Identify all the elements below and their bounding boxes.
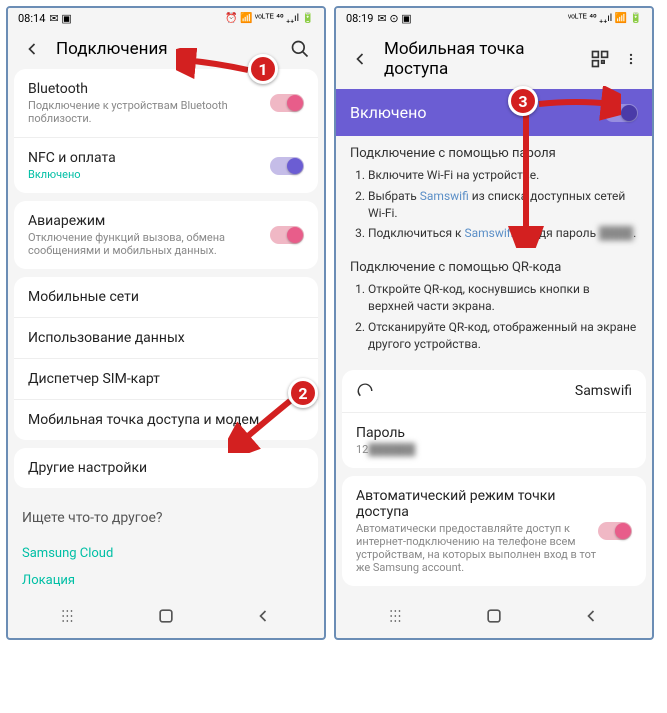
item-network-name[interactable]: Samswifi [342,370,646,413]
link-samsung-cloud[interactable]: Samsung Cloud [8,540,324,567]
other-label: Другие настройки [28,460,147,476]
nfc-sub: Включено [28,168,270,181]
annotation-arrow-1 [176,48,256,88]
section-auto-hotspot: Автоматический режим точки доступа Автом… [342,476,646,586]
data-usage-label: Использование данных [28,330,185,346]
auto-sub: Автоматически предоставляйте доступ к ин… [356,522,598,574]
status-time: 08:19 [346,12,373,25]
phone-screen-connections: 08:14 ✉ ▣ ⏰ 📶 ᵛᵒᴸᵀᴱ ⁴⁰ ₊₊ıl 🔋 Подключени… [6,6,326,640]
pwd-connect-title: Подключение с помощью пароля [350,146,638,161]
status-bar: 08:19 ✉ ⊙ ▣ ᵛᵒᴸᵀᴱ ⁴⁰ ₊₊ıl 📶 🔋 [336,8,652,29]
status-time: 08:14 [18,12,45,25]
status-bar: 08:14 ✉ ▣ ⏰ 📶 ᵛᵒᴸᵀᴱ ⁴⁰ ₊₊ıl 🔋 [8,8,324,29]
item-airplane[interactable]: Авиарежим Отключение функций вызова, обм… [14,201,318,269]
hotspot-icon [356,382,374,400]
phone-screen-hotspot: 08:19 ✉ ⊙ ▣ ᵛᵒᴸᵀᴱ ⁴⁰ ₊₊ıl 📶 🔋 Мобильная … [334,6,654,640]
annotation-badge-2: 2 [288,378,318,408]
item-auto-hotspot[interactable]: Автоматический режим точки доступа Автом… [342,476,646,586]
more-icon[interactable] [624,49,638,69]
annotation-badge-3: 3 [508,86,538,116]
nav-back-icon[interactable] [253,606,273,626]
nav-home-icon[interactable] [484,606,504,626]
bluetooth-toggle[interactable] [270,94,304,112]
status-icons-right: ᵛᵒᴸᵀᴱ ⁴⁰ ₊₊ıl 📶 🔋 [568,13,642,24]
list-item: Отсканируйте QR-код, отображенный на экр… [368,319,638,353]
annotation-arrow-3-down [508,108,548,248]
qr-icon[interactable] [590,49,610,69]
nav-recent-icon[interactable] [59,606,79,626]
item-mobile-networks[interactable]: Мобильные сети [14,277,318,318]
list-item: Выбрать Samswifi из списка доступных сет… [368,188,638,222]
item-password[interactable]: Пароль 12██████ [342,413,646,468]
qr-steps: Откройте QR-код, коснувшись кнопки в вер… [350,281,638,352]
section-airplane: Авиарежим Отключение функций вызова, обм… [14,201,318,269]
qr-connect-title: Подключение с помощью QR-кода [350,260,638,275]
header-title: Мобильная точка доступа [384,39,576,79]
sim-manager-label: Диспетчер SIM-карт [28,371,160,387]
footer-prompt: Ищете что-то другое? [8,496,324,540]
password-label: Пароль [356,425,632,441]
search-icon[interactable] [290,39,310,59]
mobile-networks-label: Мобильные сети [28,289,139,305]
back-icon[interactable] [22,39,42,59]
nav-back-icon[interactable] [581,606,601,626]
password-blur: ████ [599,226,633,240]
list-item: Включите Wi-Fi на устройстве. [368,167,638,184]
airplane-sub: Отключение функций вызова, обмена сообще… [28,231,270,257]
item-data-usage[interactable]: Использование данных [14,318,318,359]
bluetooth-sub: Подключение к устройствам Bluetooth побл… [28,99,270,125]
network-name-value: Samswifi [575,383,632,399]
nav-bar [8,594,324,638]
qr-connect-section: Подключение с помощью QR-кода Откройте Q… [336,260,652,370]
airplane-title: Авиарежим [28,213,270,229]
nav-home-icon[interactable] [156,606,176,626]
airplane-toggle[interactable] [270,226,304,244]
auto-hotspot-toggle[interactable] [598,522,632,540]
header: Мобильная точка доступа [336,29,652,89]
back-icon[interactable] [350,49,370,69]
item-nfc[interactable]: NFC и оплата Включено [14,138,318,193]
section-wireless: Bluetooth Подключение к устройствам Blue… [14,69,318,193]
section-network-info: Samswifi Пароль 12██████ [342,370,646,468]
network-link[interactable]: Samswifi [420,189,469,203]
nfc-toggle[interactable] [270,157,304,175]
status-icons-left: ✉ ▣ [49,12,71,25]
nav-bar [336,594,652,638]
list-item: Подключиться к Samswifi, введя пароль ██… [368,225,638,242]
network-link[interactable]: Samswifi [465,226,514,240]
auto-title: Автоматический режим точки доступа [356,488,598,520]
annotation-badge-1: 1 [248,54,278,84]
hotspot-label: Мобильная точка доступа и модем [28,412,259,428]
password-value: 12██████ [356,443,632,456]
link-location[interactable]: Локация [8,567,324,594]
nfc-title: NFC и оплата [28,150,270,166]
status-icons-right: ⏰ 📶 ᵛᵒᴸᵀᴱ ⁴⁰ ₊₊ıl 🔋 [225,13,314,24]
list-item: Откройте QR-код, коснувшись кнопки в вер… [368,281,638,315]
pwd-steps: Включите Wi-Fi на устройстве. Выбрать Sa… [350,167,638,242]
item-other-settings[interactable]: Другие настройки [14,448,318,488]
section-other: Другие настройки [14,448,318,488]
enabled-label: Включено [350,103,426,122]
status-icons-left: ✉ ⊙ ▣ [377,12,411,25]
annotation-arrow-2 [228,393,298,453]
pwd-connect-section: Подключение с помощью пароля Включите Wi… [336,146,652,260]
nav-recent-icon[interactable] [387,606,407,626]
